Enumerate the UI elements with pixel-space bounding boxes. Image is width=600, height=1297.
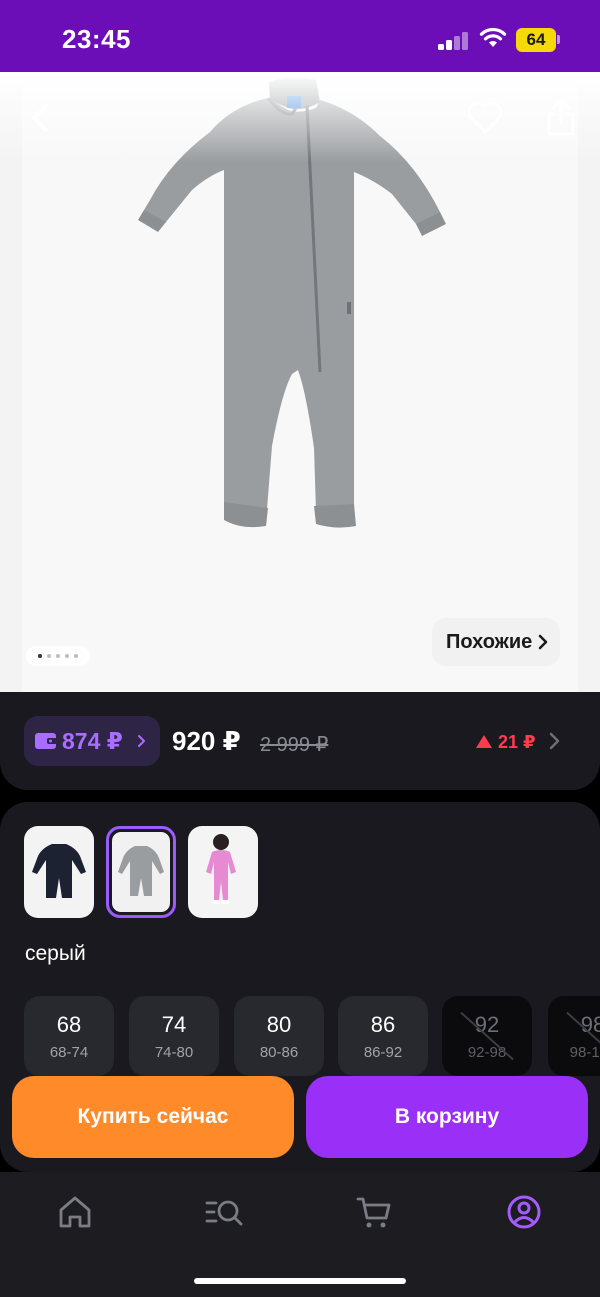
buy-now-button[interactable]: Купить сейчас — [12, 1076, 294, 1158]
page-dot — [56, 654, 60, 658]
size-chip[interactable]: 80 80-86 — [234, 996, 324, 1076]
size-range: 86-92 — [363, 1044, 403, 1061]
color-swatch-dark-blue[interactable] — [24, 826, 94, 918]
size-range: 68-74 — [49, 1044, 89, 1061]
home-indicator — [194, 1278, 406, 1284]
gallery-slide — [22, 72, 578, 692]
color-swatch-grey[interactable] — [106, 826, 176, 918]
color-swatch-pink[interactable] — [188, 826, 258, 918]
cellular-signal-icon — [438, 30, 470, 50]
catalog-search-icon[interactable] — [202, 1190, 246, 1234]
price-change-value: 21 ₽ — [498, 732, 536, 752]
size-value: 74 — [161, 1012, 187, 1037]
back-chevron-icon[interactable] — [22, 94, 58, 142]
size-value: 86 — [370, 1012, 396, 1037]
size-value: 68 — [56, 1012, 82, 1037]
size-value: 92 — [474, 1012, 500, 1037]
product-gallery[interactable]: Похожие — [0, 72, 600, 692]
swatch-image — [118, 846, 164, 896]
battery-nub — [557, 35, 560, 44]
wallet-icon — [35, 733, 57, 749]
size-range: 98-104 — [569, 1044, 600, 1061]
size-chip-unavailable[interactable]: 98 98-104 — [548, 996, 600, 1076]
price-change[interactable]: 21 ₽ — [476, 732, 536, 753]
home-icon[interactable] — [53, 1190, 97, 1234]
add-to-cart-button[interactable]: В корзину — [306, 1076, 588, 1158]
swatch-image — [206, 834, 236, 904]
current-price: 920 ₽ — [172, 726, 241, 756]
price-card: 874 ₽ 920 ₽ 2 999 ₽ 21 ₽ — [0, 692, 600, 790]
wallet-price: 874 ₽ — [62, 728, 123, 754]
selected-color-label: серый — [25, 942, 86, 965]
size-range: 80-86 — [259, 1044, 299, 1061]
chevron-right-icon[interactable] — [549, 732, 561, 750]
similar-label: Похожие — [446, 631, 533, 653]
gallery-pagination-dots — [26, 646, 90, 666]
chevron-right-icon — [138, 735, 145, 747]
size-value: 98 — [580, 1012, 600, 1037]
page-dot — [74, 654, 78, 658]
page-dot-active — [38, 654, 42, 658]
status-time: 23:45 — [62, 24, 131, 54]
share-icon[interactable] — [540, 94, 582, 140]
size-value: 80 — [266, 1012, 292, 1037]
size-chip-unavailable[interactable]: 92 92-98 — [442, 996, 532, 1076]
old-price: 2 999 ₽ — [260, 734, 329, 756]
size-range: 74-80 — [154, 1044, 194, 1061]
battery-icon: 64 — [516, 28, 556, 52]
similar-products-button[interactable]: Похожие — [432, 618, 561, 666]
arrow-up-icon — [476, 735, 492, 748]
profile-icon[interactable] — [502, 1190, 546, 1234]
wifi-icon — [479, 27, 507, 47]
swatch-image-frame — [112, 832, 170, 912]
page-dot — [47, 654, 51, 658]
wallet-price-button[interactable]: 874 ₽ — [24, 716, 160, 766]
size-chip[interactable]: 74 74-80 — [129, 996, 219, 1076]
page-dot — [65, 654, 69, 658]
size-chip[interactable]: 68 68-74 — [24, 996, 114, 1076]
size-chip[interactable]: 86 86-92 — [338, 996, 428, 1076]
size-selector: 68 68-74 74 74-80 80 80-86 86 86-92 92 9… — [24, 996, 600, 1076]
gallery-top-fade — [0, 72, 600, 162]
chevron-right-icon — [539, 634, 548, 650]
size-range: 92-98 — [467, 1044, 507, 1061]
swatch-image — [32, 844, 86, 898]
status-bar: 23:45 64 — [0, 0, 600, 72]
heart-icon[interactable] — [464, 98, 506, 138]
cart-icon[interactable] — [352, 1190, 396, 1234]
